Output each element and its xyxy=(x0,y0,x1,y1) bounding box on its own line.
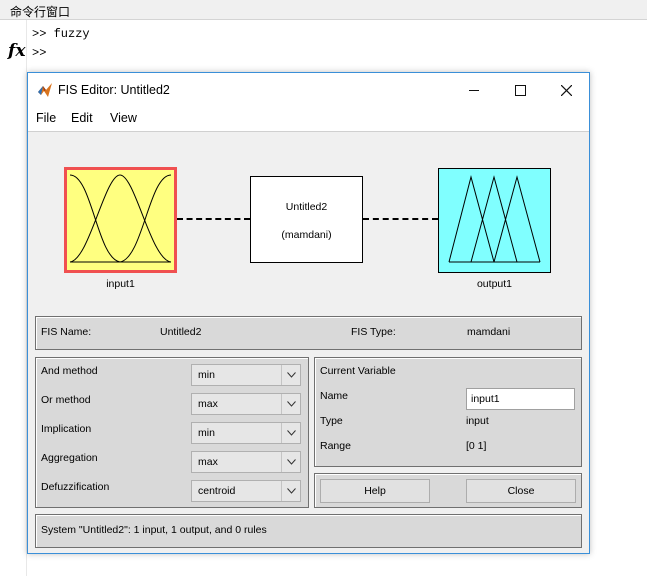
fis-diagram: input1 Untitled2 (mamdani) output1 xyxy=(28,131,589,312)
minimize-button[interactable] xyxy=(451,73,497,107)
output-variable-label: output1 xyxy=(476,278,513,290)
or-method-label: Or method xyxy=(41,394,91,406)
close-button[interactable]: Close xyxy=(466,479,576,503)
variable-type-label: Type xyxy=(320,415,343,427)
rule-block[interactable]: Untitled2 (mamdani) xyxy=(250,176,363,263)
variable-type-value: input xyxy=(466,415,489,427)
defuzzification-select[interactable]: centroid xyxy=(191,480,301,502)
aggregation-select[interactable]: max xyxy=(191,451,301,473)
chevron-down-icon xyxy=(281,423,300,443)
variable-name-input[interactable]: input1 xyxy=(466,388,575,410)
and-method-label: And method xyxy=(41,365,98,377)
input-variable-block[interactable] xyxy=(64,167,177,273)
matlab-logo-icon xyxy=(38,83,52,97)
defuzzification-label: Defuzzification xyxy=(41,481,110,493)
methods-panel: And method min Or method max Implication… xyxy=(35,357,309,508)
chevron-down-icon xyxy=(281,452,300,472)
aggregation-label: Aggregation xyxy=(41,452,98,464)
fis-name-value: Untitled2 xyxy=(160,326,202,338)
command-prompt[interactable]: >> xyxy=(32,46,46,60)
maximize-icon xyxy=(514,84,526,96)
fis-editor-window: FIS Editor: Untitled2 File Edit View inp… xyxy=(27,72,590,554)
output-membership-plot xyxy=(448,175,541,263)
input-variable-label: input1 xyxy=(106,278,135,290)
implication-label: Implication xyxy=(41,423,92,435)
fis-type-label: FIS Type: xyxy=(351,326,396,338)
and-method-value: min xyxy=(198,369,215,381)
command-window-title: 命令行窗口 xyxy=(10,5,71,19)
menu-view[interactable]: View xyxy=(110,111,137,125)
chevron-down-icon xyxy=(281,365,300,385)
maximize-button[interactable] xyxy=(497,73,543,107)
rule-block-type: (mamdani) xyxy=(281,229,332,241)
status-panel: System "Untitled2": 1 input, 1 output, a… xyxy=(35,514,582,548)
close-icon xyxy=(560,84,572,96)
output-variable-block[interactable] xyxy=(438,168,551,273)
variable-name-label: Name xyxy=(320,390,349,402)
rule-block-name: Untitled2 xyxy=(285,201,328,213)
fx-icon[interactable]: fx xyxy=(8,41,25,61)
fis-type-value: mamdani xyxy=(467,326,511,338)
close-window-button[interactable] xyxy=(543,73,589,107)
chevron-down-icon xyxy=(281,481,300,501)
or-method-select[interactable]: max xyxy=(191,393,301,415)
fis-name-label: FIS Name: xyxy=(41,326,92,338)
command-line-1: >> fuzzy xyxy=(32,27,90,41)
buttons-panel: Help Close xyxy=(314,473,582,508)
implication-value: min xyxy=(198,427,215,439)
or-method-value: max xyxy=(198,398,218,410)
menu-edit[interactable]: Edit xyxy=(71,111,93,125)
help-button[interactable]: Help xyxy=(320,479,430,503)
current-variable-panel: Current Variable Name input1 Type input … xyxy=(314,357,582,467)
fis-info-panel: FIS Name: Untitled2 FIS Type: mamdani xyxy=(35,316,582,350)
menu-bar: File Edit View xyxy=(28,107,589,131)
input-connector xyxy=(177,218,250,220)
input-membership-plot xyxy=(69,174,172,263)
command-window-titlebar: 命令行窗口 xyxy=(0,0,647,20)
menu-file[interactable]: File xyxy=(36,111,56,125)
and-method-select[interactable]: min xyxy=(191,364,301,386)
window-titlebar[interactable]: FIS Editor: Untitled2 xyxy=(28,73,589,107)
variable-range-label: Range xyxy=(320,440,351,452)
variable-range-value: [0 1] xyxy=(466,440,487,452)
current-variable-header: Current Variable xyxy=(320,365,396,377)
window-title: FIS Editor: Untitled2 xyxy=(58,83,170,97)
implication-select[interactable]: min xyxy=(191,422,301,444)
chevron-down-icon xyxy=(281,394,300,414)
defuzzification-value: centroid xyxy=(198,485,236,497)
minimize-icon xyxy=(469,89,479,91)
output-connector xyxy=(363,218,438,220)
command-window-gutter xyxy=(0,20,27,576)
aggregation-value: max xyxy=(198,456,218,468)
status-text: System "Untitled2": 1 input, 1 output, a… xyxy=(41,524,267,536)
